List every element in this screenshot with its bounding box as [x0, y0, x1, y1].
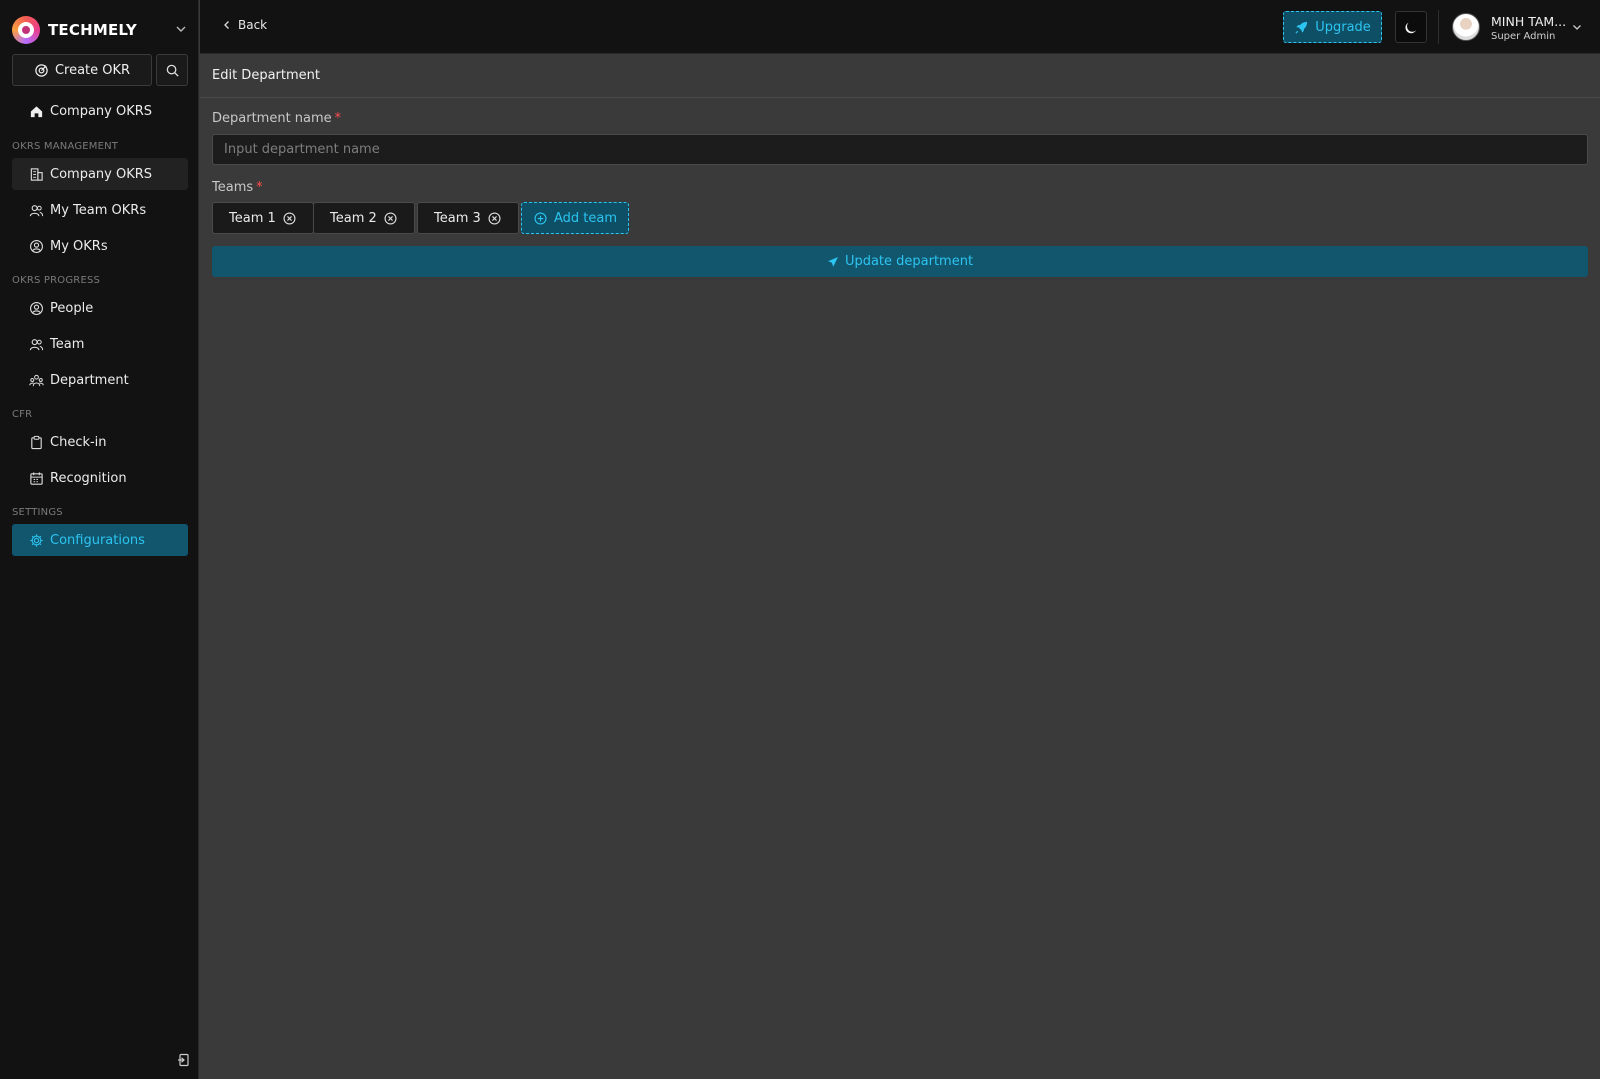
- sidebar-item-check-in[interactable]: Check-in: [12, 426, 188, 458]
- sidebar-item-label: Check-in: [50, 434, 107, 450]
- theme-toggle-button[interactable]: [1395, 11, 1427, 43]
- divider: [1438, 10, 1439, 44]
- sidebar: TECHMELY Create OKR Company OKRS OKRS MA…: [0, 0, 199, 1079]
- chevron-left-icon: [224, 21, 229, 29]
- close-circle-icon[interactable]: [383, 211, 398, 226]
- upgrade-button[interactable]: Upgrade: [1283, 11, 1382, 43]
- logo-icon: [12, 16, 40, 44]
- sidebar-item-team[interactable]: Team: [12, 328, 188, 360]
- sidebar-item-label: People: [50, 300, 94, 316]
- department-icon: [29, 374, 44, 386]
- create-okr-label: Create OKR: [54, 62, 131, 78]
- building-icon: [30, 167, 43, 181]
- user-circle-icon: [30, 301, 43, 315]
- clipboard-icon: [31, 435, 42, 449]
- sidebar-item-people[interactable]: People: [12, 292, 188, 324]
- close-circle-icon[interactable]: [282, 211, 297, 226]
- sidebar-item-configurations[interactable]: Configurations: [12, 524, 188, 556]
- sidebar-item-label: Team: [50, 336, 85, 352]
- user-circle-icon: [30, 239, 43, 253]
- department-name-label: Department name *: [212, 111, 341, 126]
- search-icon: [166, 64, 179, 77]
- update-department-button[interactable]: Update department: [212, 246, 1588, 277]
- plus-circle-icon: [534, 211, 547, 225]
- team-tag: Team 2: [313, 202, 415, 234]
- teams-label-text: Teams: [212, 180, 254, 195]
- sidebar-item-label: My OKRs: [50, 238, 108, 254]
- create-okr-button[interactable]: Create OKR: [12, 54, 152, 86]
- nav-section-title: CFR: [12, 409, 33, 420]
- team-tag: Team 1: [212, 202, 314, 234]
- add-team-label: Add team: [553, 210, 618, 226]
- send-icon: [827, 256, 838, 267]
- target-icon: [35, 63, 48, 77]
- top-bar: Back Upgrade MINH TAM... Super Admin: [200, 0, 1600, 54]
- close-circle-icon[interactable]: [487, 211, 502, 226]
- moon-icon: [1405, 22, 1416, 33]
- sidebar-item-label: Department: [50, 372, 129, 388]
- sidebar-item-label: Configurations: [50, 532, 145, 548]
- team-tag-label: Team 3: [434, 210, 481, 226]
- sidebar-item-label: My Team OKRs: [50, 202, 147, 218]
- back-button[interactable]: Back: [222, 18, 267, 32]
- chevron-down-icon[interactable]: [1571, 21, 1583, 33]
- team-tag-label: Team 2: [330, 210, 377, 226]
- team-tag: Team 3: [417, 202, 519, 234]
- rocket-icon: [1295, 21, 1308, 34]
- sidebar-item-label: Company OKRS: [50, 103, 153, 119]
- calendar-icon: [30, 471, 43, 485]
- search-button[interactable]: [156, 54, 188, 86]
- required-mark: *: [256, 180, 263, 195]
- sidebar-item-department[interactable]: Department: [12, 364, 188, 396]
- nav-section-title: SETTINGS: [12, 507, 63, 518]
- brand[interactable]: TECHMELY: [12, 16, 188, 44]
- nav-section-title: OKRS PROGRESS: [12, 275, 101, 286]
- collapse-icon[interactable]: [177, 1053, 191, 1067]
- upgrade-label: Upgrade: [1315, 19, 1371, 35]
- brand-name: TECHMELY: [48, 21, 137, 39]
- home-icon: [30, 105, 43, 117]
- sidebar-item-my-team-okrs[interactable]: My Team OKRs: [12, 194, 188, 226]
- team-tag-label: Team 1: [229, 210, 276, 226]
- teams-label: Teams *: [212, 180, 263, 195]
- sidebar-item-recognition[interactable]: Recognition: [12, 462, 188, 494]
- department-name-input[interactable]: [212, 134, 1588, 165]
- sidebar-item-company-okrs-home[interactable]: Company OKRS: [12, 95, 188, 127]
- sidebar-item-label: Recognition: [50, 470, 127, 486]
- team-icon: [29, 338, 44, 350]
- required-mark: *: [334, 111, 342, 126]
- sidebar-item-my-okrs[interactable]: My OKRs: [12, 230, 188, 262]
- chevron-down-icon[interactable]: [174, 22, 188, 36]
- back-label: Back: [238, 18, 268, 32]
- user-name[interactable]: MINH TAM...: [1491, 14, 1566, 29]
- department-name-label-text: Department name: [212, 111, 332, 126]
- gear-icon: [30, 533, 43, 547]
- update-department-label: Update department: [844, 254, 974, 269]
- add-team-button[interactable]: Add team: [521, 202, 629, 234]
- team-icon: [29, 204, 44, 216]
- user-role: Super Admin: [1491, 31, 1556, 42]
- sidebar-item-label: Company OKRS: [50, 166, 153, 182]
- avatar[interactable]: [1452, 13, 1480, 41]
- page-header: Edit Department: [200, 54, 1600, 98]
- sidebar-item-company-okrs[interactable]: Company OKRS: [12, 158, 188, 190]
- nav-section-title: OKRS MANAGEMENT: [12, 141, 119, 152]
- page-title: Edit Department: [212, 68, 320, 83]
